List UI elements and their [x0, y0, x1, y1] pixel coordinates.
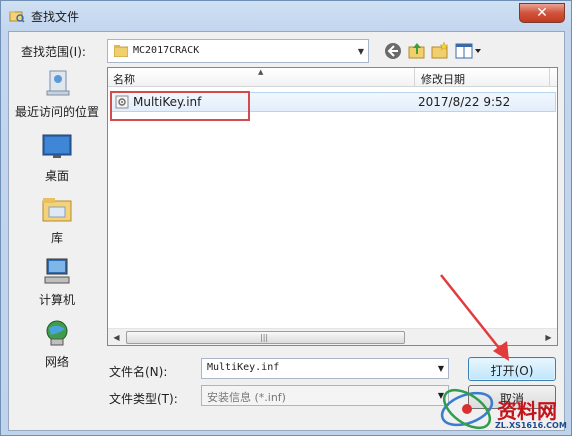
scroll-left-icon[interactable]: ◀: [108, 329, 125, 346]
scroll-grip: |||: [260, 333, 269, 342]
libraries-icon: [42, 198, 72, 222]
filetype-label: 文件类型(T):: [109, 392, 178, 406]
open-button-label: 打开(O): [490, 364, 534, 378]
scroll-thumb[interactable]: |||: [126, 331, 405, 344]
watermark-text: 资料网: [497, 399, 557, 423]
recent-places-icon: [46, 70, 70, 96]
look-in-value: MC2017CRACK: [133, 45, 200, 56]
new-folder-icon[interactable]: [430, 41, 450, 61]
filetype-value: 安装信息 (*.inf): [207, 391, 286, 404]
watermark-url: ZL.XS1616.COM: [495, 421, 567, 430]
filename-input[interactable]: MultiKey.inf ▼: [201, 358, 449, 379]
place-label: 最近访问的位置: [14, 105, 99, 119]
column-name-label: 名称: [113, 73, 135, 86]
place-label: 计算机: [38, 293, 75, 307]
folder-search-icon: [9, 11, 25, 23]
annotation-highlight-box: [110, 91, 250, 121]
column-name[interactable]: 名称 ▲: [108, 68, 415, 87]
window-title: 查找文件: [31, 10, 80, 24]
look-in-combobox[interactable]: MC2017CRACK ▼: [107, 39, 369, 63]
back-arrow-icon[interactable]: [383, 41, 403, 61]
place-label: 库: [50, 231, 63, 245]
chevron-down-icon[interactable]: ▼: [438, 364, 444, 373]
network-icon: [46, 320, 68, 346]
up-folder-icon[interactable]: [407, 41, 427, 61]
annotation-arrow-icon: [440, 274, 509, 361]
title-bar[interactable]: 查找文件 ✕: [1, 1, 571, 31]
place-label: 桌面: [44, 169, 69, 183]
folder-icon: [114, 45, 128, 57]
column-date-label: 修改日期: [421, 73, 465, 86]
look-in-label: 查找范围(I):: [21, 45, 86, 59]
file-date: 2017/8/22 9:52: [418, 95, 511, 109]
desktop-icon: [42, 134, 72, 158]
chevron-down-icon[interactable]: ▼: [358, 47, 364, 56]
computer-icon: [44, 258, 70, 284]
places-bar: 最近访问的位置 桌面 库 计算机 网络: [9, 65, 105, 371]
close-icon: ✕: [536, 5, 548, 21]
filename-value: MultiKey.inf: [207, 362, 280, 373]
column-date[interactable]: 修改日期: [416, 68, 550, 87]
column-header: 名称 ▲ 修改日期: [108, 68, 557, 87]
scroll-right-icon[interactable]: ▶: [540, 329, 557, 346]
filetype-select[interactable]: 安装信息 (*.inf) ▼: [201, 385, 449, 406]
close-button[interactable]: ✕: [519, 3, 565, 23]
filename-label: 文件名(N):: [109, 365, 168, 379]
view-menu-icon[interactable]: [454, 41, 482, 61]
place-label: 网络: [44, 355, 69, 369]
find-file-dialog: 查找文件 ✕ 查找范围(I): MC2017CRACK ▼ 最近访问的位置 桌面…: [0, 0, 572, 436]
sort-ascending-icon: ▲: [258, 68, 264, 76]
